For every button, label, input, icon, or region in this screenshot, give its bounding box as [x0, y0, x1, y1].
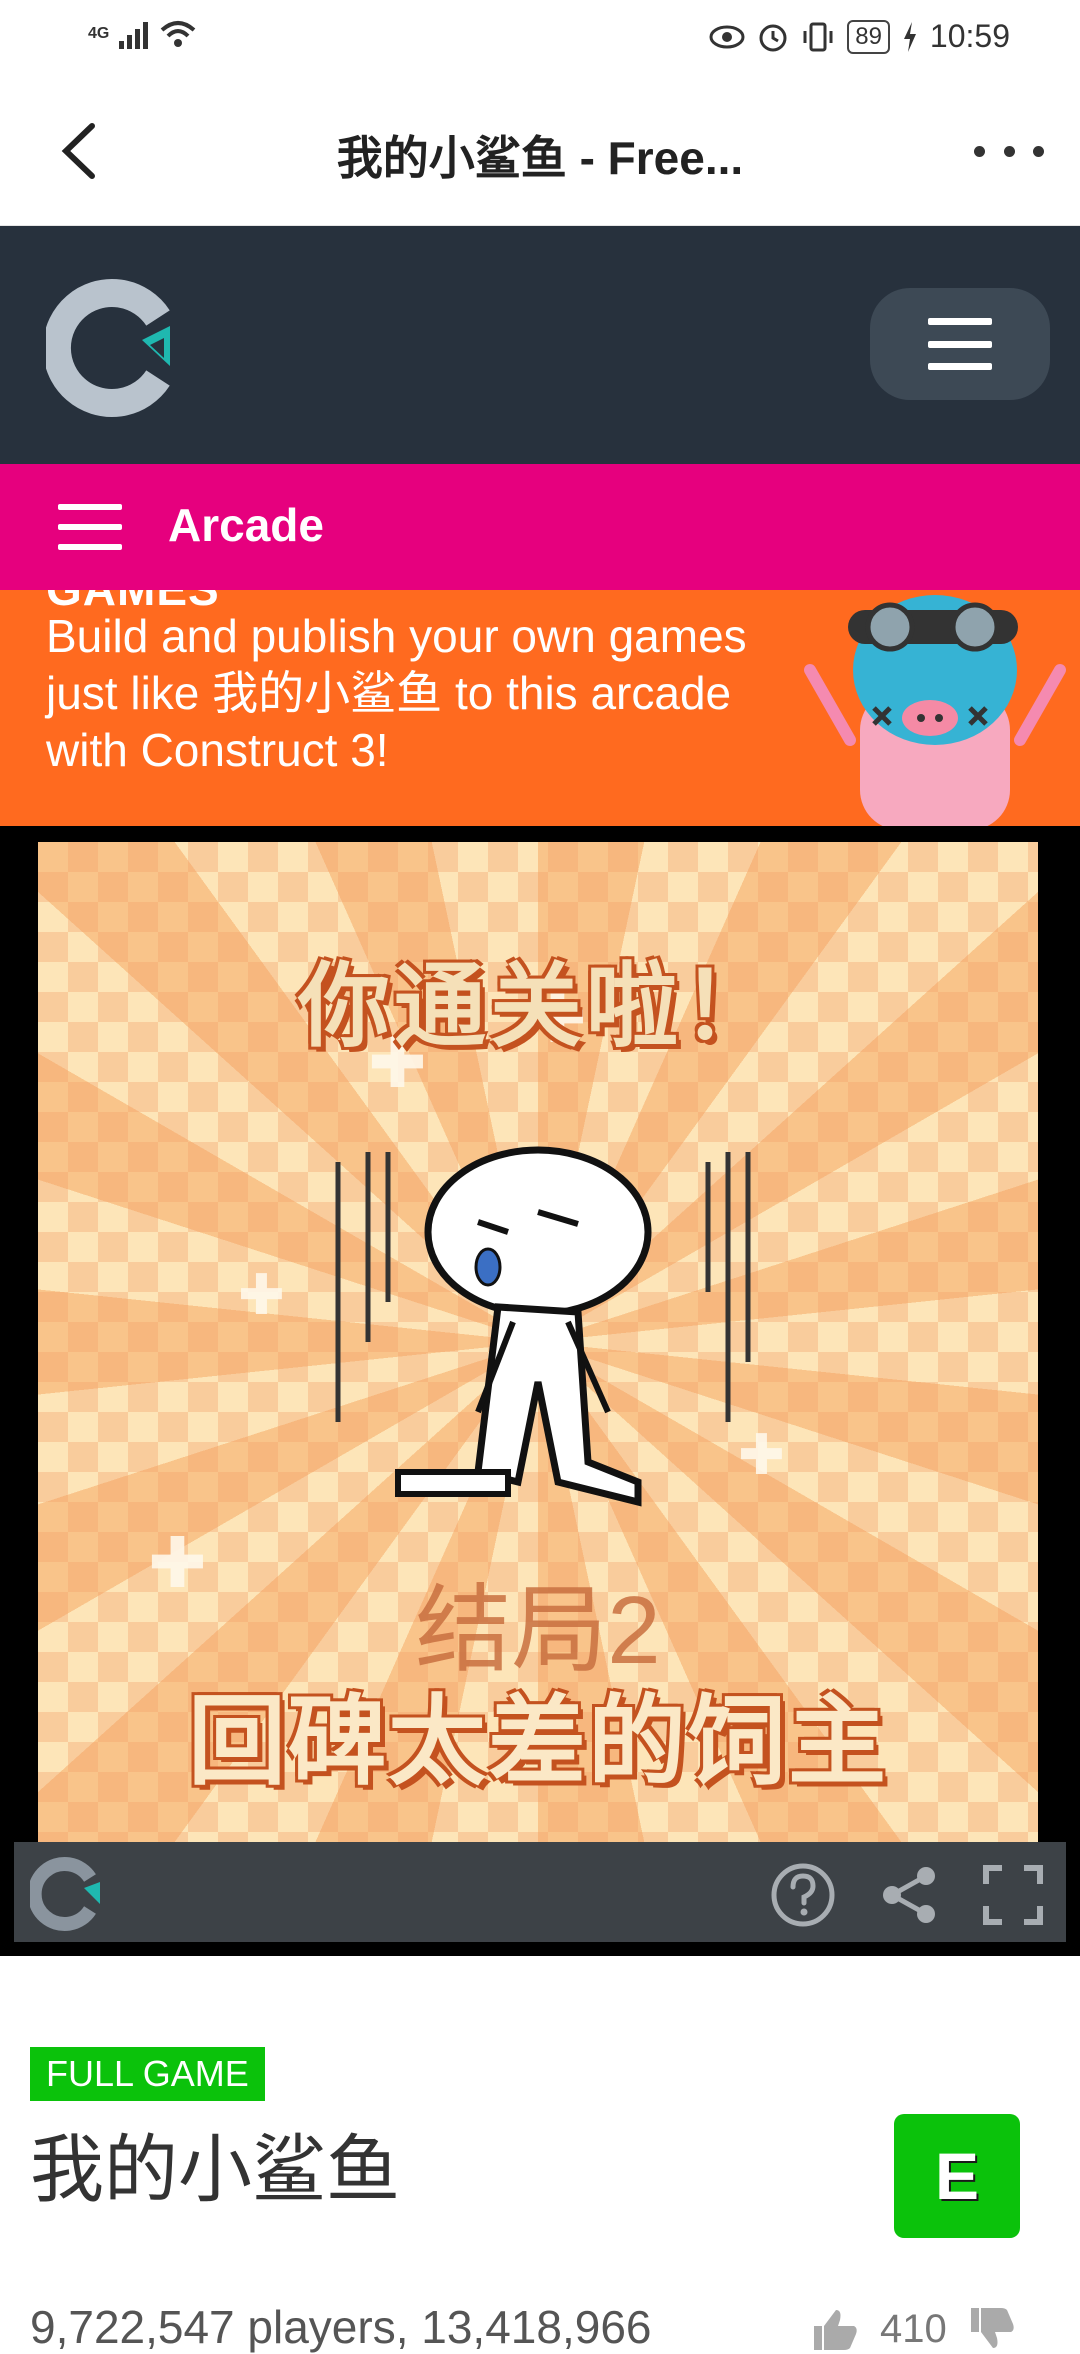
back-arrow-icon[interactable]: [52, 116, 112, 186]
likes-count: 410: [880, 2306, 947, 2351]
arcade-label[interactable]: Arcade: [168, 498, 324, 552]
charging-icon: [903, 21, 916, 52]
status-bar: 4G 89 10:59: [0, 0, 1080, 80]
share-icon[interactable]: [876, 1862, 942, 1928]
promo-banner[interactable]: GAMES Build and publish your own games j…: [0, 590, 1080, 826]
rating-badge[interactable]: E: [894, 2114, 1020, 2238]
promo-text: Build and publish your own games just li…: [46, 610, 747, 776]
battery-level: 89: [847, 19, 890, 54]
site-menu-button[interactable]: [870, 288, 1050, 400]
status-right: 89 10:59: [709, 18, 1010, 55]
nav-menu-icon[interactable]: [58, 504, 122, 550]
full-game-badge: FULL GAME: [30, 2047, 265, 2101]
more-options-icon[interactable]: [974, 126, 1044, 176]
ending-title: 回碑太差的饲主: [187, 1686, 888, 1796]
thumbs-down-icon[interactable]: [967, 2306, 1017, 2352]
eye-icon: [709, 25, 745, 48]
game-title: 我的小鲨鱼: [30, 2128, 400, 2211]
arcade-nav-bar[interactable]: Arcade: [0, 464, 1080, 590]
wifi-icon: [161, 21, 196, 47]
vibrate-icon: [803, 22, 833, 51]
game-canvas[interactable]: ✚ ✚ ✚ ✚ ✚ 你通关啦！ 结局2 回碑太差的饲主: [38, 842, 1038, 1842]
construct-logo-small[interactable]: [30, 1856, 106, 1932]
page-title: 我的小鲨鱼 - Free...: [336, 132, 744, 184]
likes-area[interactable]: 410: [810, 2306, 1017, 2352]
status-left: 4G: [88, 18, 198, 50]
construct-logo[interactable]: [46, 278, 186, 418]
alarm-icon: [759, 24, 787, 51]
network-type: 4G: [88, 25, 110, 42]
help-icon[interactable]: [770, 1862, 836, 1928]
thumbs-up-icon[interactable]: [810, 2306, 860, 2352]
game-frame: ✚ ✚ ✚ ✚ ✚ 你通关啦！ 结局2 回碑太差的饲主: [0, 826, 1080, 1956]
app-bar: 我的小鲨鱼 - Free...: [0, 80, 1080, 226]
sad-character-image: [335, 1146, 751, 1507]
fullscreen-icon[interactable]: [980, 1862, 1046, 1928]
player-stats: 9,722,547 players, 13,418,966: [30, 2301, 652, 2353]
game-toolbar: [14, 1842, 1066, 1942]
site-header: [0, 226, 1080, 464]
sparkle-icon: ✚: [238, 1263, 285, 1326]
signal-icon: [119, 19, 149, 49]
pig-mascot-image: [804, 595, 1066, 826]
game-headline: 你通关啦！: [297, 956, 778, 1058]
hamburger-icon: [928, 318, 992, 370]
clock: 10:59: [929, 18, 1010, 54]
